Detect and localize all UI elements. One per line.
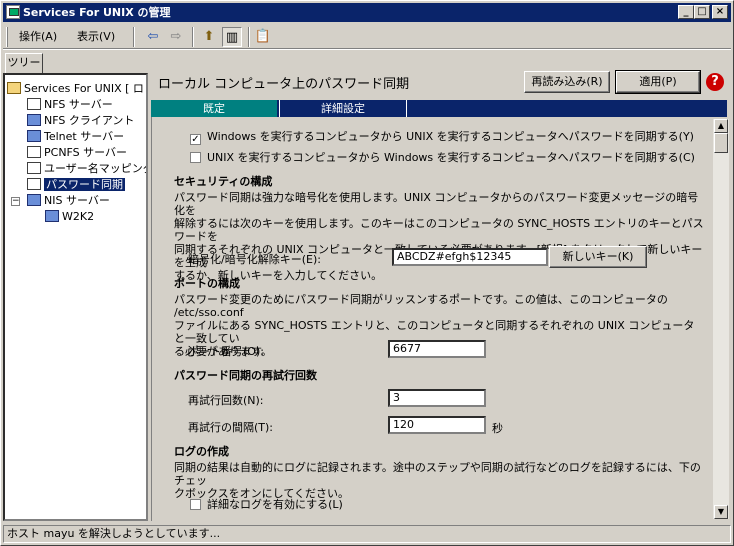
password-icon [27, 178, 41, 190]
window-title: Services For UNIX の管理 [23, 6, 171, 19]
maximize-button[interactable]: □ [694, 5, 710, 19]
tree-view: Services For UNIX [ ロ NFS サーバー NFS クライアン… [3, 73, 148, 521]
tree-item-nis-server[interactable]: NIS サーバー [27, 193, 110, 209]
computer-icon [27, 114, 41, 126]
page-title: ローカル コンピュータ上のパスワード同期 [158, 77, 410, 92]
menu-toolbar: 操作(A) 表示(V) ⇦ ⇨ ⬆ ▥ 📋 [3, 24, 731, 48]
app-icon [6, 5, 20, 19]
server-icon [27, 98, 41, 110]
retry-heading: パスワード同期の再試行回数 [174, 369, 317, 382]
main-window: Services For UNIX の管理 _ □ × 操作(A) 表示(V) … [0, 0, 734, 546]
scroll-down-icon[interactable]: ▼ [714, 505, 728, 519]
reload-button[interactable]: 再読み込み(R) [524, 71, 610, 93]
key-label: 暗号化/暗号化解除キー(E): [188, 253, 321, 266]
server-group-icon [27, 194, 41, 206]
retry-interval-unit: 秒 [492, 422, 503, 435]
tree-item-w2k2[interactable]: W2K2 [45, 209, 94, 225]
toolbar-separator [133, 27, 135, 47]
folder-icon [7, 82, 21, 94]
apply-button[interactable]: 適用(P) [615, 70, 701, 94]
retry-count-input[interactable]: 3 [388, 389, 486, 407]
tree-item-password-sync[interactable]: パスワード同期 [27, 177, 125, 193]
retry-count-label: 再試行回数(N): [188, 394, 264, 407]
logging-heading: ログの作成 [174, 445, 229, 458]
scroll-thumb[interactable] [714, 133, 728, 153]
sync-win-to-unix-checkbox[interactable]: ✓ [190, 134, 201, 145]
export-list-icon[interactable]: 📋 [253, 27, 273, 47]
menu-view[interactable]: 表示(V) [73, 28, 119, 45]
tree-item-nfs-server[interactable]: NFS サーバー [27, 97, 113, 113]
divider [3, 48, 731, 50]
port-input[interactable]: 6677 [388, 340, 486, 358]
security-heading: セキュリティの構成 [174, 175, 273, 188]
sync-unix-to-win-checkbox[interactable] [190, 152, 201, 163]
port-label: ポート番号(O): [188, 345, 264, 358]
tab-advanced[interactable]: 詳細設定 [279, 100, 407, 117]
tree-root[interactable]: Services For UNIX [ ロ [7, 81, 144, 97]
sync-unix-to-win-row[interactable]: UNIX を実行するコンピュータから Windows を実行するコンピュータへパ… [190, 150, 695, 166]
sync-win-to-unix-row[interactable]: ✓ Windows を実行するコンピュータから UNIX を実行するコンピュータへ… [190, 129, 694, 145]
domain-icon [45, 210, 59, 222]
tree-panel: ツリー Services For UNIX [ ロ NFS サーバー NFS ク… [3, 51, 148, 521]
tree-item-pcnfs-server[interactable]: PCNFS サーバー [27, 145, 127, 161]
tree-item-user-mapping[interactable]: ユーザー名マッピング [27, 161, 146, 177]
tab-tree[interactable]: ツリー [5, 53, 43, 73]
help-icon[interactable]: ? [706, 73, 724, 91]
tab-default[interactable]: 既定 [151, 100, 277, 117]
grip [6, 27, 8, 47]
menu-action[interactable]: 操作(A) [15, 28, 61, 45]
tab-strip: 既定 詳細設定 [151, 100, 727, 117]
verbose-log-checkbox[interactable] [190, 499, 201, 510]
settings-content: ✓ Windows を実行するコンピュータから UNIX を実行するコンピュータへ… [151, 117, 727, 521]
retry-interval-input[interactable]: 120 [388, 416, 486, 434]
server-icon [27, 146, 41, 158]
title-bar[interactable]: Services For UNIX の管理 _ □ × [3, 3, 731, 22]
toolbar-separator [248, 27, 250, 47]
retry-interval-label: 再試行の間隔(T): [188, 421, 274, 434]
back-arrow-icon[interactable]: ⇦ [143, 27, 163, 47]
expand-collapse-icon[interactable]: − [11, 197, 20, 206]
tree-item-nfs-client[interactable]: NFS クライアント [27, 113, 134, 129]
main-panel: ローカル コンピュータ上のパスワード同期 再読み込み(R) 適用(P) ? 既定… [151, 51, 731, 521]
minimize-button[interactable]: _ [678, 5, 694, 19]
verbose-log-row[interactable]: 詳細なログを有効にする(L) [190, 497, 343, 513]
content-vertical-scrollbar[interactable]: ▲ ▼ [713, 119, 729, 519]
forward-arrow-icon[interactable]: ⇨ [166, 27, 186, 47]
show-tree-icon[interactable]: ▥ [222, 27, 242, 47]
up-folder-icon[interactable]: ⬆ [199, 27, 219, 47]
port-heading: ポートの構成 [174, 277, 240, 290]
close-button[interactable]: × [712, 5, 728, 19]
security-description: パスワード同期は強力な暗号化を使用します。UNIX コンピュータからのパスワード… [174, 191, 704, 282]
toolbar-separator [192, 27, 194, 47]
tree-item-telnet-server[interactable]: Telnet サーバー [27, 129, 124, 145]
scroll-up-icon[interactable]: ▲ [714, 119, 728, 133]
logging-description: 同期の結果は自動的にログに記録されます。途中のステップや同期の試行などのログを記… [174, 461, 701, 500]
new-key-button[interactable]: 新しいキー(K) [549, 246, 647, 268]
key-input[interactable]: ABCDZ#efgh$12345 [392, 248, 548, 266]
terminal-icon [27, 130, 41, 142]
status-bar: ホスト mayu を解決しようとしています... [3, 525, 731, 543]
mapping-icon [27, 162, 41, 174]
